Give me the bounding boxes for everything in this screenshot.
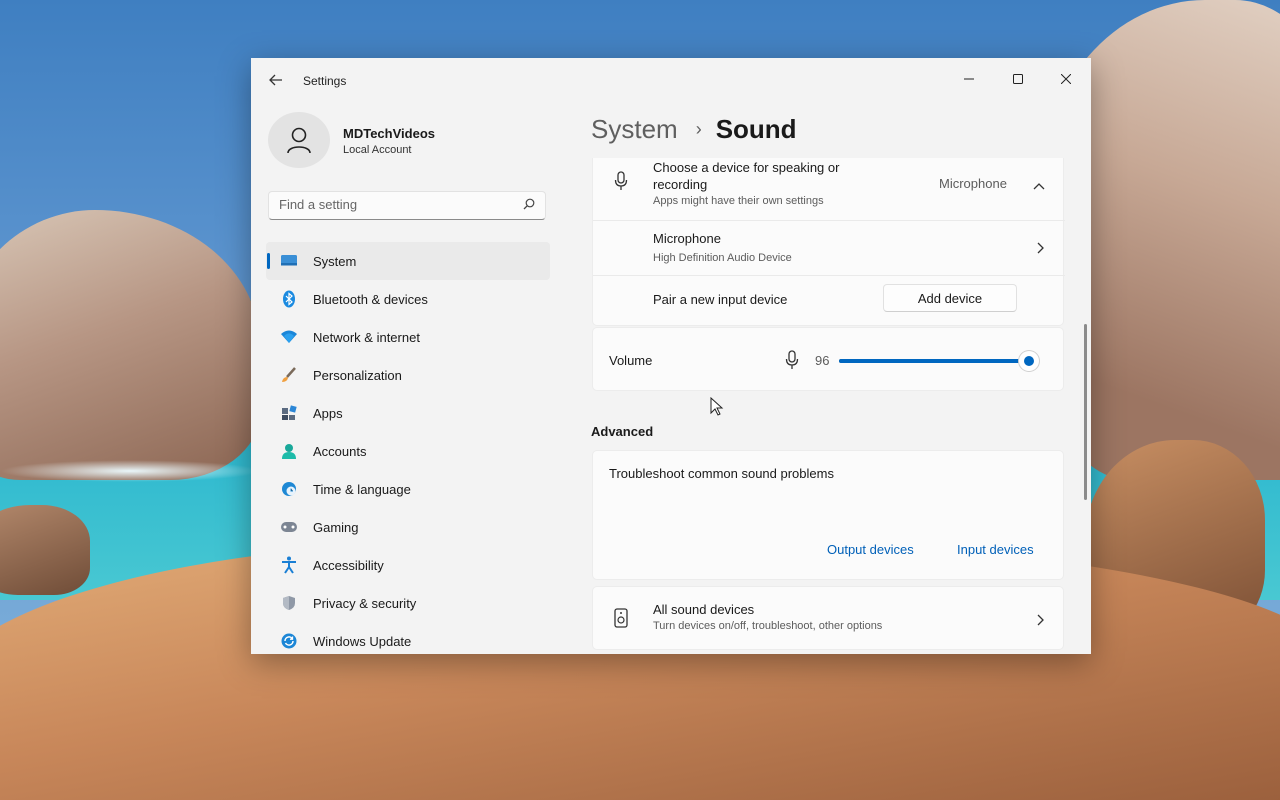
app-title: Settings (303, 74, 347, 88)
choose-input-row[interactable]: Choose a device for speaking or recordin… (593, 158, 1065, 220)
mouse-cursor-icon (710, 396, 724, 422)
sidebar-item-bluetooth[interactable]: Bluetooth & devices (266, 280, 550, 318)
volume-value: 96 (815, 353, 830, 368)
input-devices-link[interactable]: Input devices (957, 542, 1034, 557)
add-device-button[interactable]: Add device (883, 284, 1017, 312)
sidebar-item-accessibility[interactable]: Accessibility (266, 546, 550, 584)
breadcrumb-separator: › (695, 119, 702, 139)
wallpaper-foam (0, 460, 260, 482)
volume-slider-thumb[interactable] (1019, 351, 1039, 371)
sidebar-item-personalization[interactable]: Personalization (266, 356, 550, 394)
wifi-icon (280, 328, 298, 346)
choose-input-subtitle: Apps might have their own settings (653, 195, 824, 207)
chevron-right-icon (1036, 613, 1044, 631)
wallpaper-rock (0, 210, 260, 480)
sidebar-item-label: Accounts (313, 443, 367, 459)
selected-input-device: Microphone (939, 176, 1007, 191)
sidebar-item-label: Personalization (313, 367, 402, 383)
pair-input-label: Pair a new input device (653, 292, 788, 307)
sidebar-item-privacy[interactable]: Privacy & security (266, 584, 550, 622)
choose-input-title: Choose a device for speaking or recordin… (653, 160, 840, 192)
minimize-button[interactable] (946, 64, 992, 94)
settings-window: Settings MDTechVideos Local Account Syst… (251, 58, 1091, 654)
sidebar-item-label: System (313, 253, 357, 269)
sidebar-item-label: Privacy & security (313, 595, 417, 611)
microphone-icon (614, 171, 628, 196)
volume-label: Volume (609, 353, 653, 368)
maximize-button[interactable] (995, 64, 1041, 94)
breadcrumb: System › Sound (591, 114, 797, 145)
chevron-right-icon (1036, 241, 1044, 259)
troubleshoot-label: Troubleshoot common sound problems (609, 466, 834, 481)
apps-icon (280, 404, 298, 422)
brush-icon (280, 366, 298, 384)
sidebar-item-windows-update[interactable]: Windows Update (266, 622, 550, 654)
close-icon (1061, 74, 1071, 84)
all-sound-devices-card[interactable]: All sound devices Turn devices on/off, t… (592, 586, 1064, 650)
section-heading-advanced: Advanced (591, 424, 654, 439)
sidebar-item-apps[interactable]: Apps (266, 394, 550, 432)
microphone-device-row[interactable]: Microphone High Definition Audio Device (593, 221, 1065, 275)
accessibility-icon (280, 556, 298, 574)
accounts-icon (280, 442, 298, 460)
sidebar-item-time-language[interactable]: Time & language (266, 470, 550, 508)
troubleshoot-card: Troubleshoot common sound problems Outpu… (592, 450, 1064, 580)
back-button[interactable] (263, 68, 289, 92)
output-devices-link[interactable]: Output devices (827, 542, 914, 557)
microphone-icon[interactable] (785, 350, 799, 375)
sidebar-item-label: Apps (313, 405, 343, 421)
scrollbar[interactable] (1084, 324, 1087, 500)
system-icon (280, 252, 298, 270)
sidebar-item-system[interactable]: System (266, 242, 550, 280)
sidebar-nav: System Bluetooth & devices Network & int… (266, 242, 550, 654)
sidebar-item-label: Windows Update (313, 633, 412, 649)
page-title: Sound (715, 114, 797, 144)
update-icon (280, 632, 298, 650)
avatar[interactable] (268, 112, 330, 168)
shield-icon (280, 594, 298, 612)
sidebar-item-network[interactable]: Network & internet (266, 318, 550, 356)
gamepad-icon (280, 518, 298, 536)
back-arrow-icon (269, 74, 282, 86)
sidebar-item-accounts[interactable]: Accounts (266, 432, 550, 470)
sidebar-item-label: Network & internet (313, 329, 420, 345)
globe-clock-icon (280, 480, 298, 498)
sidebar-item-gaming[interactable]: Gaming (266, 508, 550, 546)
search-input[interactable] (279, 197, 509, 212)
maximize-icon (1013, 74, 1023, 84)
user-icon (287, 127, 311, 154)
search-box[interactable] (268, 191, 546, 220)
user-name: MDTechVideos (343, 126, 435, 141)
device-description: High Definition Audio Device (653, 252, 792, 264)
all-sound-devices-title: All sound devices (653, 602, 755, 617)
input-device-card: Choose a device for speaking or recordin… (592, 158, 1065, 326)
volume-slider[interactable] (839, 351, 1039, 371)
breadcrumb-parent[interactable]: System (591, 114, 678, 144)
sidebar-item-label: Time & language (313, 481, 411, 497)
pair-input-row: Pair a new input device Add device (593, 276, 1065, 324)
account-type: Local Account (343, 144, 412, 156)
volume-card: Volume 96 (592, 327, 1064, 391)
search-icon[interactable] (523, 198, 535, 213)
sidebar-item-label: Gaming (313, 519, 359, 535)
speaker-icon (614, 608, 628, 633)
sidebar-item-label: Accessibility (313, 557, 384, 573)
close-button[interactable] (1043, 64, 1089, 94)
title-bar: Settings (251, 58, 1091, 102)
bluetooth-icon (280, 290, 298, 308)
sidebar-item-label: Bluetooth & devices (313, 291, 428, 307)
volume-slider-fill (839, 359, 1021, 363)
chevron-up-icon[interactable] (1033, 177, 1045, 195)
minimize-icon (964, 78, 974, 80)
all-sound-devices-subtitle: Turn devices on/off, troubleshoot, other… (653, 620, 883, 632)
device-name: Microphone (653, 231, 721, 246)
wallpaper-rock (0, 505, 90, 595)
